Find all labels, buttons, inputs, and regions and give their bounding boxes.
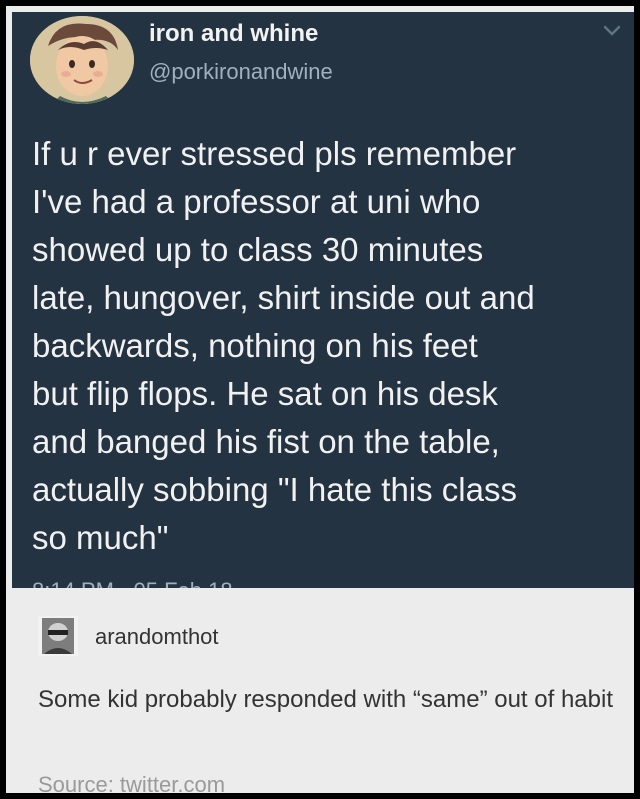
- display-name[interactable]: iron and whine: [149, 20, 318, 48]
- source-link[interactable]: Source: twitter.com: [38, 772, 225, 793]
- chevron-down-icon[interactable]: [602, 24, 622, 38]
- user-handle[interactable]: @porkironandwine: [149, 59, 333, 85]
- reblog-comment: Some kid probably responded with “same” …: [38, 686, 613, 713]
- tweet-card: iron and whine @porkironandwine If u r e…: [12, 12, 634, 588]
- reblog-card: arandomthot Some kid probably responded …: [12, 588, 634, 793]
- reblog-username[interactable]: arandomthot: [95, 624, 219, 650]
- user-avatar-icon[interactable]: [38, 616, 78, 656]
- tweet-text: If u r ever stressed pls remember I've h…: [32, 135, 535, 556]
- tweet-timestamp: 8:14 PM - 05 Feb 18: [32, 578, 233, 588]
- cartoon-avatar-icon[interactable]: [30, 16, 134, 104]
- screenshot-frame: iron and whine @porkironandwine If u r e…: [0, 0, 640, 799]
